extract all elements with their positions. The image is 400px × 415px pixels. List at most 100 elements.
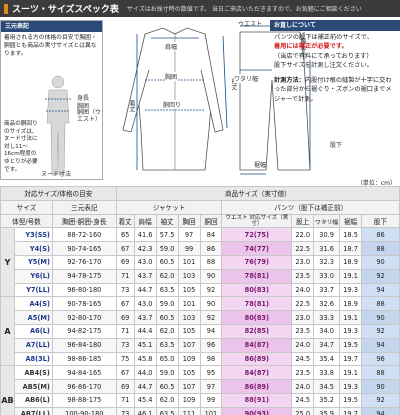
label-jacket-chest: 胸囲 [165, 72, 178, 81]
table-cell: 78(81) [221, 268, 293, 284]
table-cell: 23.5 [291, 268, 315, 284]
table-cell: 44.7 [133, 379, 157, 394]
table-cell: 24.0 [291, 379, 315, 394]
th-pants: パンツ（股下は補正前） [221, 199, 400, 215]
table-row: AB AB4(S) 94-84-165 67 44.0 59.0 105 95 84(87) 23… [0, 365, 400, 415]
table-cell: 96-80-180 [51, 282, 117, 298]
table-cell: 34.7 [313, 337, 341, 353]
table-cell: 97 [199, 379, 223, 394]
th-waist-p: ウエスト 対応サイズ（実寸） [221, 213, 293, 229]
table-cell: A7(LL) [13, 337, 53, 353]
table-cell: 88(91) [221, 392, 293, 408]
table-row: A A4(S) 90-78-165 67 43.0 59.0 101 90 78(81) 22.5… [0, 296, 400, 367]
table-cell: A6(L) [13, 323, 53, 339]
table-cell: 94 [199, 323, 223, 339]
alterations-line-2: 着用には補正が必要です。 [274, 43, 348, 51]
table-cell: 33.0 [313, 268, 341, 284]
table-cell: 45.4 [133, 392, 157, 408]
table-cell: 105 [177, 365, 201, 381]
table-row: Y6(L) 94-78-175 71 43.7 62.0 103 90 78(81) 23.5 3… [1, 268, 400, 284]
th-thigh: ワタリ幅 [313, 213, 341, 229]
table-cell: 63.5 [155, 282, 179, 298]
th-shoulder: 肩幅 [133, 213, 157, 229]
table-cell: 94-78-175 [51, 268, 117, 284]
page-title: スーツ・サイズスペック表 [12, 5, 119, 15]
table-cell: 98-86-185 [51, 351, 117, 367]
table-cell: AB7(LL) [13, 406, 53, 415]
table-cell: Y6(L) [13, 268, 53, 284]
label-inseam: 股下 [330, 142, 343, 149]
table-cell: 31.6 [313, 241, 341, 256]
table-cell: 100-90-180 [51, 406, 117, 415]
table-cell: 75 [115, 351, 135, 367]
th-inseam: 股下 [361, 213, 400, 229]
table-cell: 71 [115, 268, 135, 284]
table-cell: 84 [199, 227, 223, 243]
body-size-desc: 着用される方の体格の目安で胸囲・胴囲とも商品の実寸サイズとは異なります。 [4, 35, 97, 57]
table-cell: 99 [199, 392, 223, 408]
table-cell: 44.0 [133, 365, 157, 381]
table-cell: 41.6 [133, 227, 157, 243]
table-cell: AB5(M) [13, 379, 53, 394]
table-cell: 32.3 [313, 255, 341, 270]
table-cell: 107 [177, 379, 201, 394]
body-size-panel: 三元表記 着用される方の体格の目安で胸囲・胴囲とも商品の実寸サイズとは異なります… [0, 20, 103, 180]
table-cell: 98-88-175 [51, 392, 117, 408]
body-figure-icon [45, 75, 71, 176]
size-spec-table: 対応サイズ/体格の目安 商品サイズ（実寸値） サイズ 三元表記 ジャケット パン… [0, 186, 400, 415]
label-jacket-waist: 胴回り [163, 100, 182, 109]
table-cell: 24.5 [291, 351, 315, 367]
table-row: AB7(LL) 100-90-180 73 46.1 63.5 111 101 90(93) 2… [1, 406, 400, 415]
table-cell: 103 [177, 268, 201, 284]
alterations-line-3: （当店で有料にて承っております） [274, 52, 373, 60]
alterations-panel: お直しについて パンツの股下は補正前のサイズで、 着用には補正が必要です。 （当… [270, 20, 400, 180]
table-header-row-2: サイズ 三元表記 ジャケット パンツ（股下は補正前） [0, 199, 400, 215]
table-cell: 69 [115, 379, 135, 394]
table-cell: 19.3 [339, 379, 363, 394]
table-cell: 59.0 [155, 241, 179, 256]
table-cell: 22.5 [291, 296, 315, 312]
table-row: Y Y3(SS) 88-72-160 65 41.6 57.5 97 84 72(75) 22.0… [0, 227, 400, 298]
table-cell: 44.4 [133, 323, 157, 339]
table-cell: 43.0 [133, 296, 157, 312]
table-cell: 22.0 [291, 227, 315, 243]
table-cell: 95 [199, 365, 223, 381]
table-cell: 30.9 [313, 227, 341, 243]
table-cell: 59.0 [155, 296, 179, 312]
table-cell: 101 [177, 255, 201, 270]
table-cell: 69 [115, 310, 135, 325]
label-nude: ヌード寸法 [41, 171, 72, 178]
table-cell: 82(85) [221, 323, 293, 339]
table-cell: 63.5 [155, 406, 179, 415]
table-cell: 19.1 [339, 268, 363, 284]
table-row: A7(LL) 96-84-180 73 45.1 63.5 107 96 84(87) 24.0… [1, 337, 400, 353]
table-cell: 22.5 [291, 241, 315, 256]
table-cell: 72(75) [221, 227, 293, 243]
table-cell: 71 [115, 392, 135, 408]
table-cell: 43.0 [133, 255, 157, 270]
table-cell: 18.9 [339, 255, 363, 270]
group-label: AB [0, 365, 15, 415]
table-cell: 62.0 [155, 323, 179, 339]
table-cell: 19.7 [339, 406, 363, 415]
label-hem: 裾幅 [254, 162, 267, 169]
group-label: Y [0, 227, 15, 298]
table-cell: 105 [177, 282, 201, 298]
table-cell: 92 [199, 310, 223, 325]
table-cell: 96-84-180 [51, 337, 117, 353]
table-cell: 86(89) [221, 351, 293, 367]
table-cell: 92-80-170 [51, 310, 117, 325]
table-cell: 90-78-165 [51, 296, 117, 312]
th-size: サイズ [0, 199, 53, 215]
table-cell: 34.0 [313, 323, 341, 339]
table-cell: 45.8 [133, 351, 157, 367]
table-cell: 19.3 [339, 323, 363, 339]
table-cell: 103 [177, 310, 201, 325]
th-waist-j: 胴回 [199, 213, 223, 229]
table-cell: 46.1 [133, 406, 157, 415]
th-hem: 裾幅 [339, 213, 363, 229]
th-three-dim: 三元表記 [51, 199, 117, 215]
table-cell: 101 [199, 406, 223, 415]
table-cell: 25.0 [291, 406, 315, 415]
table-row: A6(L) 94-82-175 71 44.4 62.0 105 94 82(85) 23.5 3… [1, 323, 400, 339]
